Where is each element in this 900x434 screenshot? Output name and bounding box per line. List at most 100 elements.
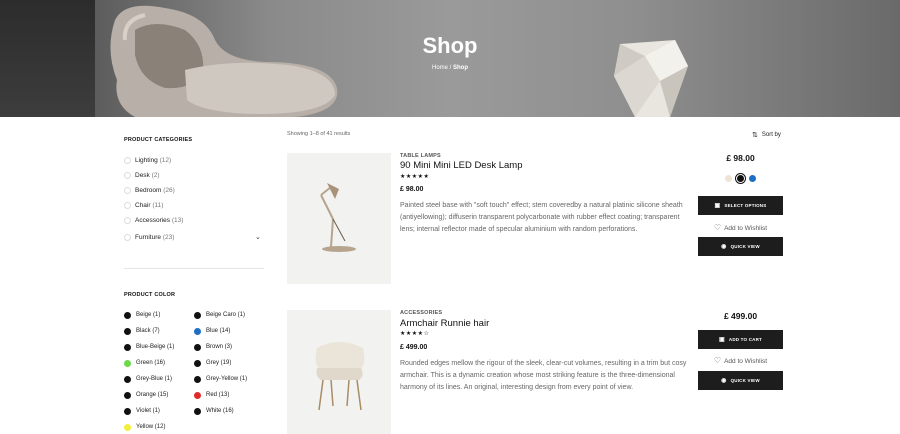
product-image-desk-lamp[interactable] <box>287 153 391 284</box>
category-count: (12) <box>159 156 172 164</box>
breadcrumb: Home / Shop <box>0 65 900 71</box>
options-icon: ▣ <box>714 203 721 209</box>
category-item-lighting[interactable]: Lighting (12) <box>124 154 264 166</box>
product-price-large: £ 98.00 <box>726 153 755 163</box>
product-price-large: £ 499.00 <box>723 311 758 321</box>
category-item-furniture[interactable]: Furniture (23) ⌄ <box>124 231 264 243</box>
product-description: Rounded edges mellow the rigour of the s… <box>400 360 687 391</box>
swatch-blue[interactable] <box>749 175 756 182</box>
color-label: Violet (1) <box>136 408 160 414</box>
category-count: (23) <box>162 233 175 241</box>
category-item-desk[interactable]: Desk (2) <box>124 169 264 181</box>
armchair-image <box>315 342 365 411</box>
color-filter-violet[interactable]: Violet (1) <box>124 406 160 416</box>
color-filter-grey-yellow[interactable]: Grey-Yellow (1) <box>194 374 247 384</box>
color-swatch-icon <box>124 423 131 431</box>
rating-stars-icon: ★★★★★ <box>400 174 430 180</box>
product-title[interactable]: Armchair Runnie hair <box>400 318 489 329</box>
color-filter-blue[interactable]: Blue (14) <box>194 326 230 336</box>
quick-view-label: QUICK VIEW <box>730 244 760 249</box>
select-options-label: SELECT OPTIONS <box>724 203 767 208</box>
color-swatch-icon <box>124 311 131 319</box>
swatch-beige[interactable] <box>725 175 732 182</box>
quick-view-button[interactable]: ◉ QUICK VIEW <box>698 237 783 256</box>
quick-view-button[interactable]: ◉ QUICK VIEW <box>698 371 783 390</box>
color-label: Green (16) <box>136 360 166 366</box>
color-swatch-icon <box>194 391 201 399</box>
color-filter-yellow[interactable]: Yellow (12) <box>124 422 165 432</box>
result-count: Showing 1–8 of 41 results <box>287 131 351 137</box>
add-to-wishlist-link[interactable]: ♡ Add to Wishlist <box>698 356 783 365</box>
hero-banner: Shop Home / Shop <box>0 0 900 117</box>
product-category: ACCESSORIES <box>400 310 443 316</box>
color-filter-white[interactable]: White (16) <box>194 406 234 416</box>
color-filter-green[interactable]: Green (16) <box>124 358 165 368</box>
sort-dropdown[interactable]: ⇅ Sort by <box>752 131 781 139</box>
category-label: Furniture <box>135 233 162 241</box>
page-title: Shop <box>422 33 478 58</box>
color-label: Grey-Yellow (1) <box>206 376 248 382</box>
radio-icon <box>124 186 131 194</box>
add-to-wishlist-link[interactable]: ♡ Add to Wishlist <box>698 223 783 232</box>
heart-icon: ♡ <box>713 223 722 232</box>
breadcrumb-home-link[interactable]: Home <box>432 65 448 71</box>
breadcrumb-current: Shop <box>453 65 469 71</box>
color-label: Blue-Beige (1) <box>136 344 175 350</box>
color-swatch-icon <box>124 327 131 335</box>
swatch-black-selected[interactable] <box>737 175 744 182</box>
category-item-accessories[interactable]: Accessories (13) <box>124 214 264 226</box>
color-filter-brown[interactable]: Brown (3) <box>194 342 232 352</box>
category-count: (26) <box>163 186 175 194</box>
color-filter-beige-caro[interactable]: Beige Caro (1) <box>194 310 245 320</box>
category-count: (2) <box>151 171 160 179</box>
color-label: Brown (3) <box>206 344 233 350</box>
color-filter-blue-beige[interactable]: Blue-Beige (1) <box>124 342 174 352</box>
color-swatch-icon <box>194 343 201 351</box>
category-label: Lighting <box>135 156 158 164</box>
color-swatch-icon <box>194 359 201 367</box>
color-label: White (16) <box>206 408 234 414</box>
product-image-armchair[interactable] <box>287 310 391 434</box>
chevron-down-icon[interactable]: ⌄ <box>255 233 261 241</box>
color-swatch-icon <box>124 359 131 367</box>
category-item-bedroom[interactable]: Bedroom (26) <box>124 184 264 196</box>
product-title[interactable]: 90 Mini Mini LED Desk Lamp <box>400 160 523 171</box>
color-filter-grey-blue[interactable]: Grey-Blue (1) <box>124 374 172 384</box>
quick-view-label: QUICK VIEW <box>730 378 760 383</box>
color-filter-beige[interactable]: Beige (1) <box>124 310 160 320</box>
color-filter-orange[interactable]: Orange (15) <box>124 390 168 400</box>
heart-icon: ♡ <box>713 356 722 365</box>
color-label: Beige Caro (1) <box>206 312 246 318</box>
color-filter-black[interactable]: Black (7) <box>124 326 160 336</box>
color-filter-grey[interactable]: Grey (19) <box>194 358 231 368</box>
color-swatch-icon <box>124 375 131 383</box>
radio-icon <box>124 201 131 209</box>
color-swatch-icon <box>194 375 201 383</box>
select-options-button[interactable]: ▣ SELECT OPTIONS <box>698 196 783 215</box>
color-label: Red (13) <box>206 392 230 398</box>
eye-icon: ◉ <box>721 244 727 250</box>
color-label: Orange (15) <box>136 392 169 398</box>
color-label: Grey-Blue (1) <box>136 376 173 382</box>
color-label: Grey (19) <box>206 360 232 366</box>
color-label: Blue (14) <box>206 328 231 334</box>
rating-stars-icon: ★★★★☆ <box>400 331 430 337</box>
color-swatch-icon <box>124 391 131 399</box>
color-filter-red[interactable]: Red (13) <box>194 390 229 400</box>
product-price: £ 499.00 <box>400 344 428 351</box>
categories-heading: PRODUCT CATEGORIES <box>124 137 193 143</box>
color-label: Yellow (12) <box>136 424 166 430</box>
color-swatch-icon <box>124 407 131 415</box>
product-price: £ 98.00 <box>400 186 424 193</box>
add-to-cart-button[interactable]: ▣ ADD TO CART <box>698 330 783 349</box>
color-heading: PRODUCT COLOR <box>124 292 176 298</box>
sort-icon: ⇅ <box>752 132 758 139</box>
color-swatch-icon <box>194 327 201 335</box>
sidebar-divider <box>124 268 264 269</box>
product-description: Painted steel base with "soft touch" eff… <box>400 202 683 233</box>
color-label: Beige (1) <box>136 312 161 318</box>
category-count: (11) <box>152 201 164 209</box>
wishlist-label: Add to Wishlist <box>724 225 768 232</box>
category-item-chair[interactable]: Chair (11) <box>124 199 264 211</box>
product-category: TABLE LAMPS <box>400 153 441 159</box>
